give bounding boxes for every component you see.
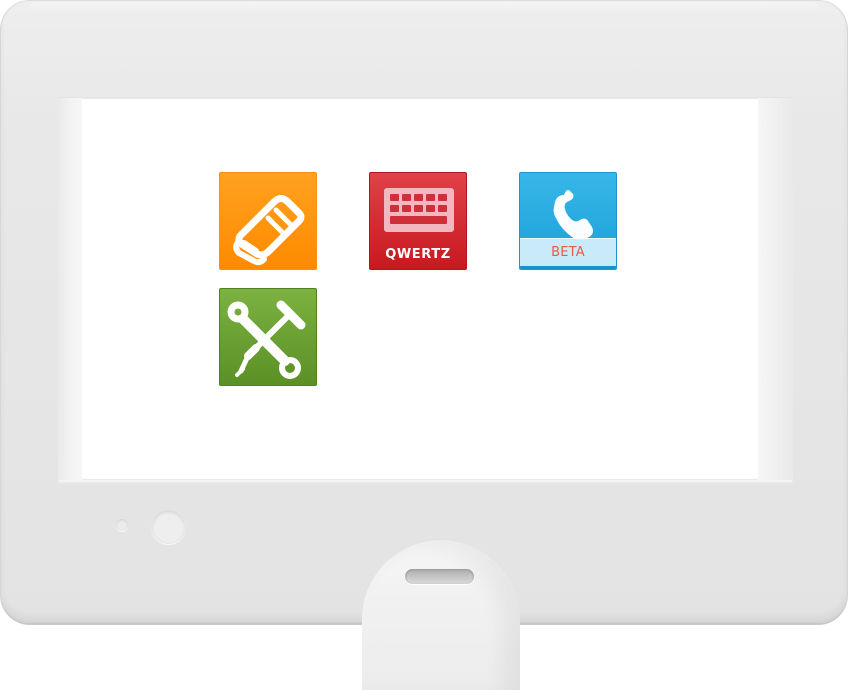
keyboard-app-tile[interactable]: QWERTZ: [369, 172, 467, 270]
contacts-app-tile[interactable]: [219, 172, 317, 270]
bezel-highlight: [30, 2, 818, 12]
home-button-housing: [362, 540, 520, 690]
screen-right-border: [758, 98, 793, 480]
device: QWERTZ BETA: [0, 0, 850, 690]
keyboard-app-label: QWERTZ: [385, 247, 451, 262]
address-book-icon: [233, 195, 305, 266]
settings-app-tile[interactable]: [219, 288, 317, 386]
phone-app-label: BETA: [551, 245, 585, 260]
beta-band-underline: [520, 266, 616, 269]
phone-app-tile[interactable]: BETA: [519, 172, 617, 270]
wrench-screwdriver-icon: [227, 300, 306, 379]
screen-left-border: [58, 98, 82, 480]
status-light-icon: [116, 519, 128, 531]
home-screen: QWERTZ BETA: [82, 98, 758, 480]
home-button[interactable]: [405, 569, 474, 584]
home-button-icon: [409, 572, 470, 581]
camera-icon: [151, 509, 186, 544]
